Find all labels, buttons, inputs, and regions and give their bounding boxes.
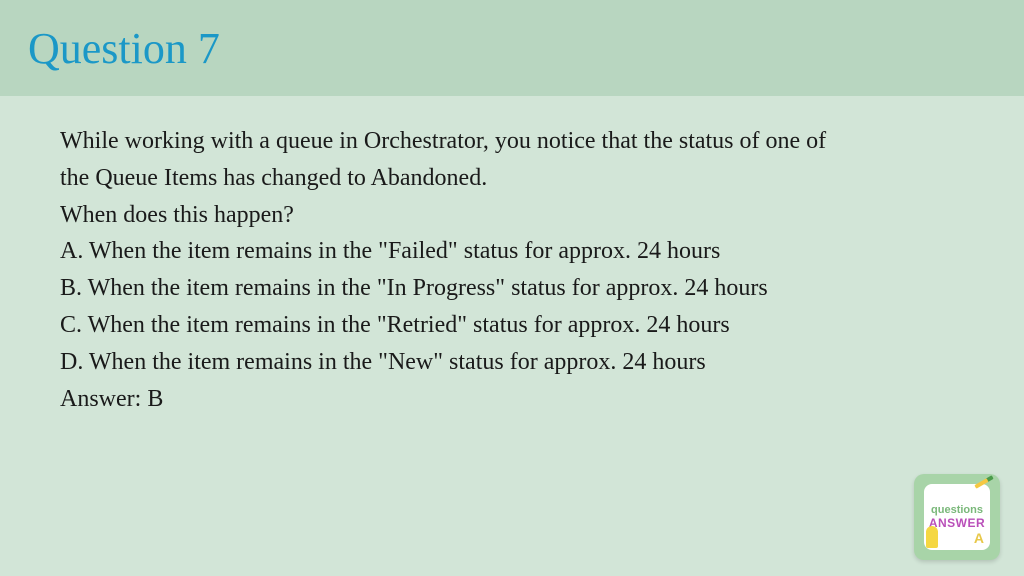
badge-answer-label: ANSWER [929, 516, 985, 530]
option-a: A. When the item remains in the "Failed"… [60, 234, 964, 269]
question-title: Question 7 [28, 23, 220, 74]
badge-letter: A [974, 530, 984, 546]
badge-card: questions ANSWER A [924, 484, 990, 550]
pencil-icon [974, 475, 993, 488]
badge-questions-label: questions [931, 504, 983, 516]
qa-badge: questions ANSWER A [914, 474, 1000, 560]
question-intro-line2: the Queue Items has changed to Abandoned… [60, 161, 964, 196]
option-b: B. When the item remains in the "In Prog… [60, 271, 964, 306]
question-content: While working with a queue in Orchestrat… [0, 96, 1024, 446]
question-prompt: When does this happen? [60, 198, 964, 233]
mascot-icon [926, 526, 938, 548]
answer-line: Answer: B [60, 382, 964, 417]
option-c: C. When the item remains in the "Retried… [60, 308, 964, 343]
option-d: D. When the item remains in the "New" st… [60, 345, 964, 380]
question-intro-line1: While working with a queue in Orchestrat… [60, 124, 964, 159]
slide-header: Question 7 [0, 0, 1024, 96]
